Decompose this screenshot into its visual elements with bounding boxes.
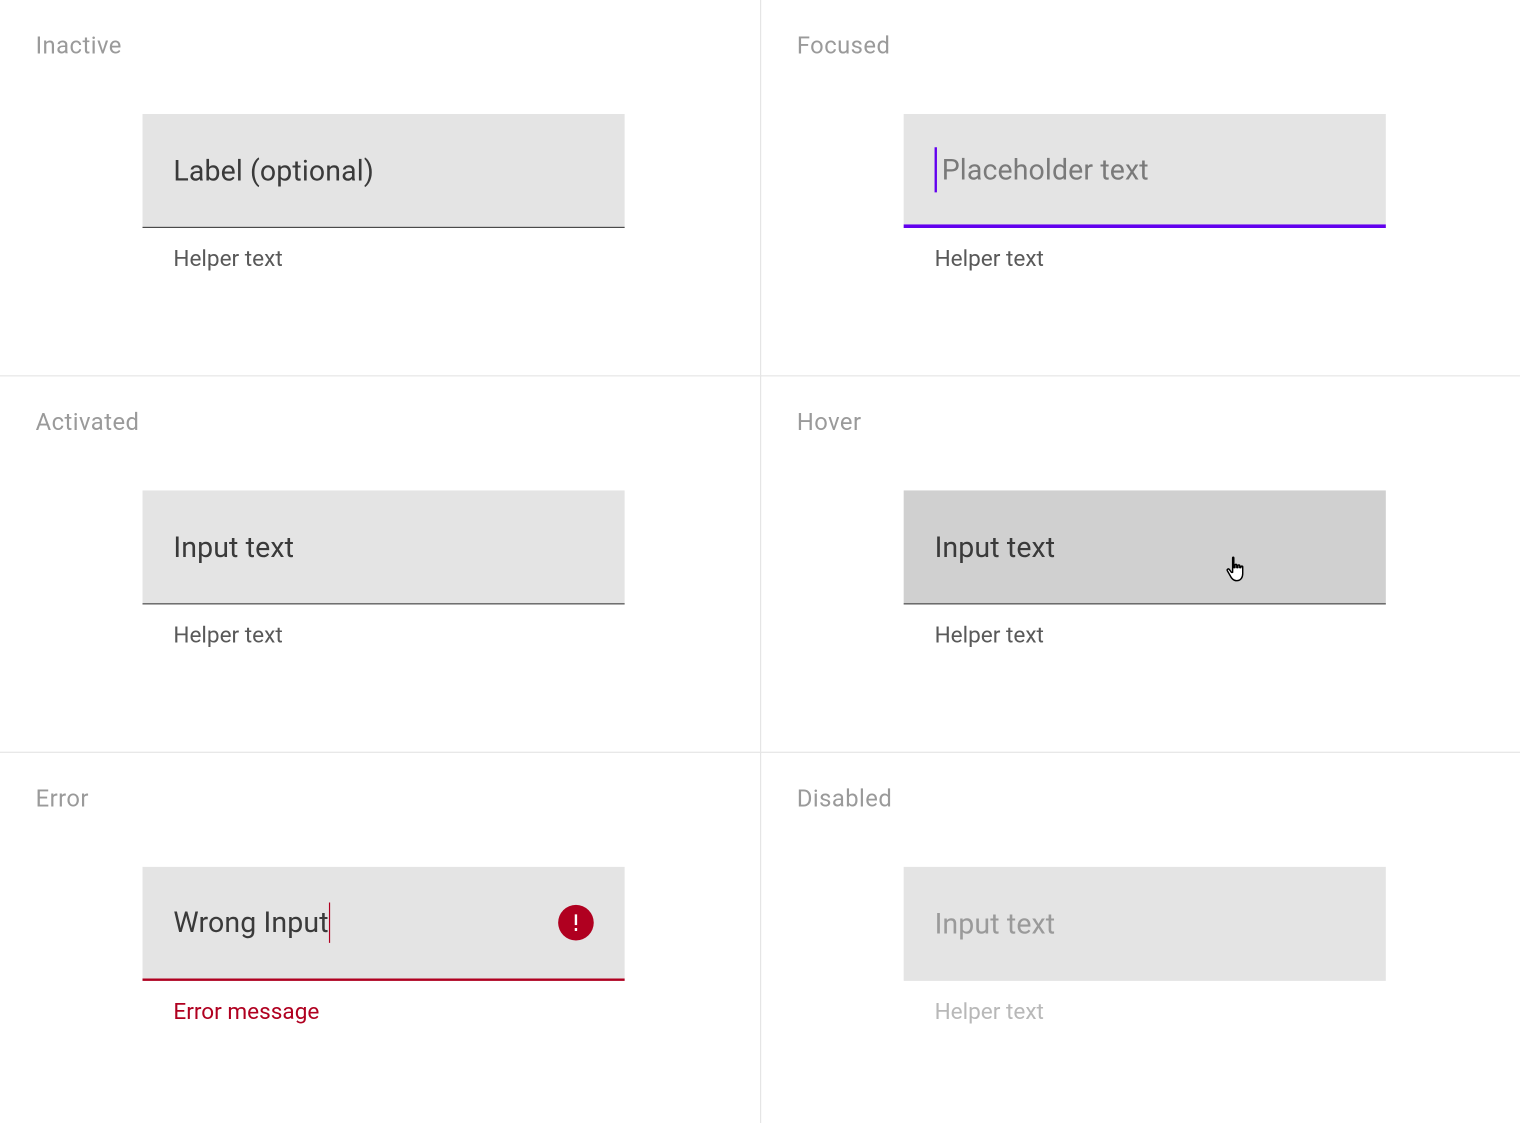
helper-text-disabled: Helper text (935, 998, 1386, 1025)
caret-error-icon (329, 903, 330, 943)
panel-hover: Hover Input text Helper text (760, 375, 1520, 751)
panel-inactive: Inactive Label (optional) Helper text (0, 0, 760, 375)
pointer-cursor-icon (1222, 555, 1251, 591)
field-inactive: Label (optional) Helper text (143, 114, 625, 272)
field-error: Wrong Input Error message (143, 867, 625, 1025)
helper-text-focused: Helper text (935, 245, 1386, 272)
field-hover: Input text Helper text (904, 490, 1386, 648)
text-input-activated[interactable]: Input text (143, 490, 625, 604)
panel-activated: Activated Input text Helper text (0, 375, 760, 751)
text-input-focused[interactable]: Placeholder text (904, 114, 1386, 228)
panel-focused: Focused Placeholder text Helper text (760, 0, 1520, 375)
state-title-focused: Focused (797, 31, 1485, 60)
state-title-error: Error (36, 784, 725, 813)
helper-text-activated: Helper text (173, 621, 624, 648)
text-input-hover[interactable]: Input text (904, 490, 1386, 604)
state-title-activated: Activated (36, 407, 725, 436)
panel-error: Error Wrong Input Error message (0, 752, 760, 1123)
helper-text-error: Error message (173, 998, 624, 1025)
input-text-activated: Input text (173, 530, 294, 563)
input-placeholder-focused: Placeholder text (942, 153, 1149, 186)
text-input-inactive[interactable]: Label (optional) (143, 114, 625, 228)
input-label-inactive: Label (optional) (173, 154, 373, 187)
state-title-hover: Hover (797, 407, 1485, 436)
text-input-error[interactable]: Wrong Input (143, 867, 625, 981)
panel-disabled: Disabled Input text Helper text (760, 752, 1520, 1123)
helper-text-inactive: Helper text (173, 245, 624, 272)
caret-icon (935, 147, 937, 192)
text-input-disabled: Input text (904, 867, 1386, 981)
field-disabled: Input text Helper text (904, 867, 1386, 1025)
error-icon (558, 905, 594, 941)
field-focused: Placeholder text Helper text (904, 114, 1386, 272)
input-text-hover: Input text (935, 530, 1056, 563)
input-text-error: Wrong Input (173, 906, 328, 939)
state-title-disabled: Disabled (797, 784, 1485, 813)
input-text-disabled: Input text (935, 907, 1056, 940)
helper-text-hover: Helper text (935, 621, 1386, 648)
state-title-inactive: Inactive (36, 31, 725, 60)
input-states-grid: Inactive Label (optional) Helper text Fo… (0, 0, 1520, 1123)
field-activated: Input text Helper text (143, 490, 625, 648)
